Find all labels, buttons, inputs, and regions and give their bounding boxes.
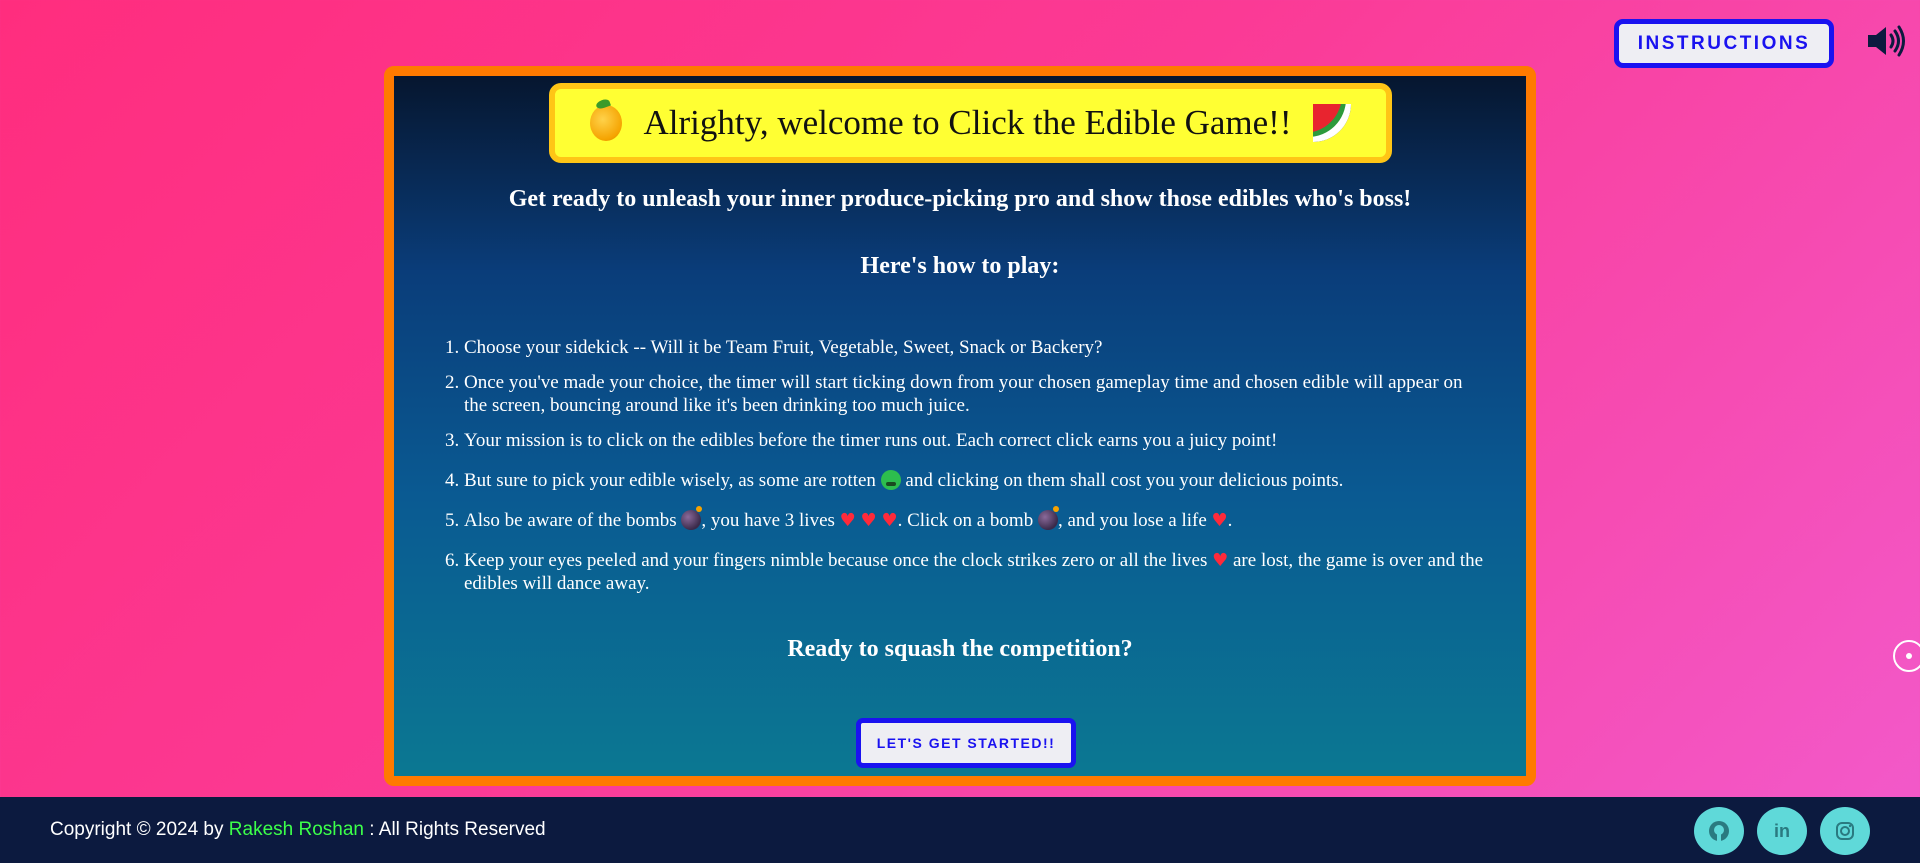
list-item: Once you've made your choice, the timer … — [464, 371, 1484, 417]
instagram-icon[interactable] — [1820, 807, 1870, 855]
heart-icon: ♥ — [860, 510, 877, 531]
watermelon-icon — [1313, 104, 1352, 142]
step-text: , you have 3 lives — [701, 510, 835, 531]
step-text: . — [1227, 510, 1233, 531]
author-link[interactable]: Rakesh Roshan — [229, 819, 364, 840]
copyright-suffix: : All Rights Reserved — [369, 819, 546, 840]
copyright-prefix: Copyright © 2024 by — [50, 819, 224, 840]
step-text: Your mission is to click on the edibles … — [464, 430, 1278, 451]
step-text: . Click on a bomb — [897, 510, 1034, 531]
rotten-face-icon — [880, 470, 901, 490]
start-button[interactable]: LET'S GET STARTED!! — [856, 718, 1076, 768]
step-text: Choose your sidekick -- Will it be Team … — [464, 337, 1103, 358]
bomb-icon — [681, 506, 703, 530]
mango-icon — [589, 105, 622, 141]
instructions-button[interactable]: INSTRUCTIONS — [1614, 19, 1834, 68]
side-scroll-handle[interactable] — [1893, 640, 1920, 672]
step-text: Once you've made your choice, the timer … — [464, 372, 1463, 416]
heart-icon: ♥ — [1211, 510, 1228, 531]
footer: Copyright © 2024 by Rakesh Roshan : All … — [0, 797, 1920, 863]
steps-list: Choose your sidekick -- Will it be Team … — [454, 336, 1484, 607]
bomb-icon — [1037, 506, 1059, 530]
list-item: Your mission is to click on the edibles … — [464, 429, 1484, 452]
heart-icon: ♥ — [839, 510, 856, 531]
speaker-icon[interactable] — [1866, 24, 1908, 58]
ready-heading: Ready to squash the competition? — [787, 636, 1133, 662]
step-text: But sure to pick your edible wisely, as … — [464, 470, 876, 491]
step-text: Also be aware of the bombs — [464, 510, 677, 531]
instructions-card: Alrighty, welcome to Click the Edible Ga… — [384, 66, 1536, 786]
how-to-heading: Here's how to play: — [860, 253, 1060, 279]
heart-icon: ♥ — [1212, 550, 1229, 571]
list-item: Keep your eyes peeled and your fingers n… — [464, 549, 1484, 595]
copyright-text: Copyright © 2024 by Rakesh Roshan : All … — [50, 819, 546, 841]
linkedin-icon[interactable]: in — [1757, 807, 1807, 855]
list-item: Choose your sidekick -- Will it be Team … — [464, 336, 1484, 359]
step-text: , and you lose a life — [1057, 510, 1207, 531]
heart-icon: ♥ — [881, 510, 898, 531]
step-text: Keep your eyes peeled and your fingers n… — [464, 550, 1208, 571]
github-icon[interactable] — [1694, 807, 1744, 855]
list-item: Also be aware of the bombs , you have 3 … — [464, 506, 1484, 532]
title-banner: Alrighty, welcome to Click the Edible Ga… — [549, 83, 1392, 163]
page-title: Alrighty, welcome to Click the Edible Ga… — [643, 103, 1292, 142]
list-item: But sure to pick your edible wisely, as … — [464, 469, 1484, 492]
top-controls: INSTRUCTIONS — [1500, 19, 1920, 69]
subtitle: Get ready to unleash your inner produce-… — [508, 186, 1412, 212]
step-text: and clicking on them shall cost you your… — [905, 470, 1344, 491]
